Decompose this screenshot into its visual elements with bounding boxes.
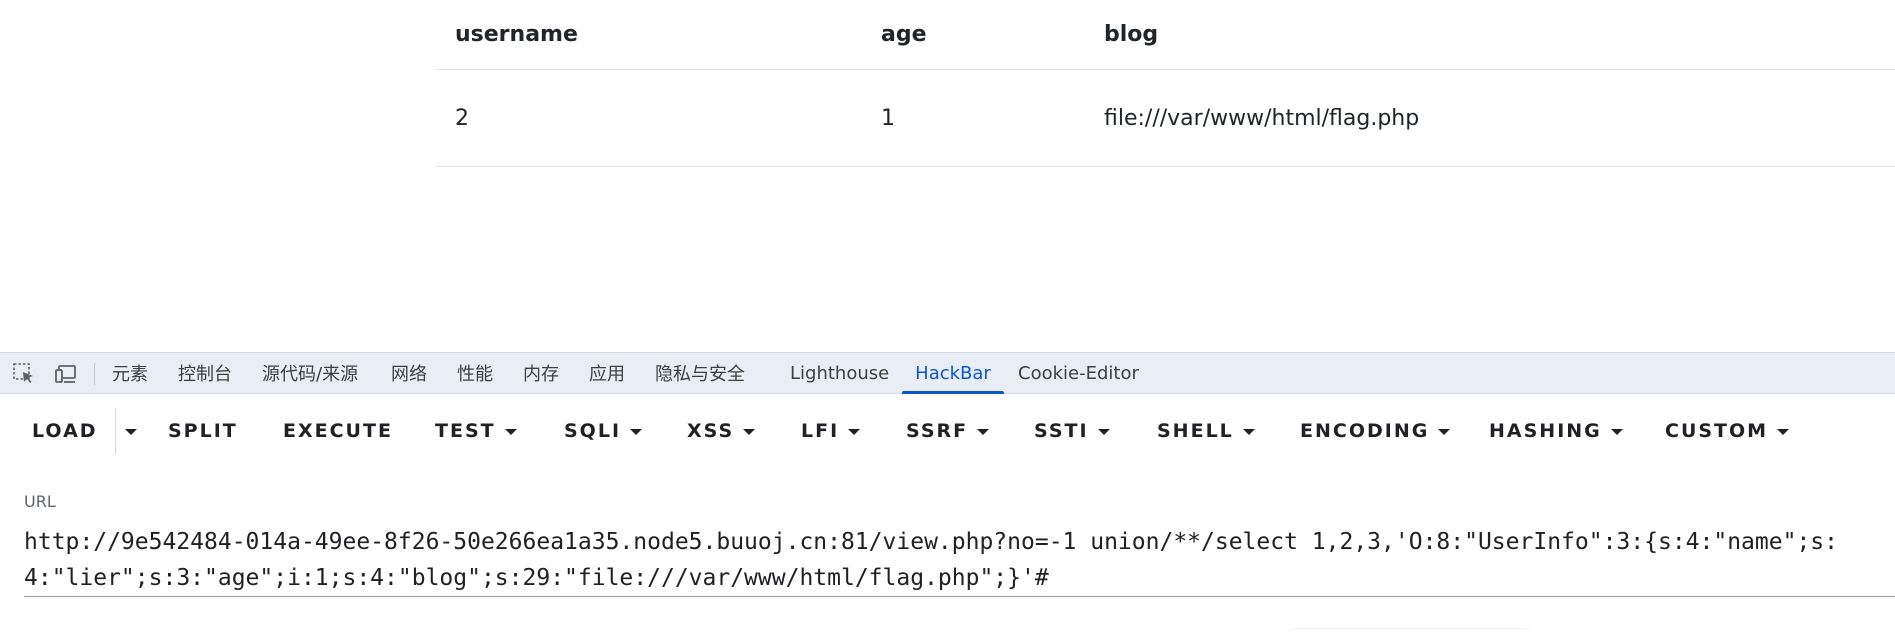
chevron-down-icon: [1777, 429, 1790, 435]
table-header-row: username age blog: [436, 0, 1895, 70]
tab-label: 应用: [589, 364, 625, 385]
tab-label: Lighthouse: [790, 362, 890, 384]
button-label: SHELL: [1157, 420, 1234, 442]
button-label: LOAD: [32, 420, 98, 442]
tab-performance[interactable]: 性能: [457, 353, 493, 393]
button-label: ENCODING: [1300, 420, 1430, 442]
lfi-dropdown-button[interactable]: LFI: [801, 406, 861, 456]
chevron-down-icon: [1438, 429, 1451, 435]
chevron-down-icon: [848, 429, 861, 435]
tab-network[interactable]: 网络: [391, 353, 427, 393]
tab-console[interactable]: 控制台: [178, 353, 232, 393]
tab-label: 源代码/来源: [262, 364, 359, 385]
split-button[interactable]: SPLIT: [168, 406, 238, 456]
button-label: SSTI: [1034, 420, 1089, 442]
button-label: SQLI: [564, 420, 622, 442]
tab-label: 隐私与安全: [655, 364, 745, 385]
tab-label: HackBar: [915, 362, 991, 384]
xss-dropdown-button[interactable]: XSS: [687, 406, 756, 456]
encoding-dropdown-button[interactable]: ENCODING: [1300, 406, 1451, 456]
devtools-panel: 元素 控制台 源代码/来源 网络 性能 内存 应用 隐私与安全 Lighthou…: [0, 352, 1895, 636]
chevron-down-icon: [1610, 429, 1623, 435]
tab-label: 元素: [112, 364, 148, 385]
tab-label: 网络: [391, 364, 427, 385]
button-label: HASHING: [1489, 420, 1602, 442]
inspect-element-icon[interactable]: [12, 362, 36, 386]
load-divider: [115, 408, 116, 454]
chevron-down-icon: [504, 429, 517, 435]
hashing-dropdown-button[interactable]: HASHING: [1489, 406, 1623, 456]
tab-hackbar[interactable]: HackBar: [902, 353, 1004, 394]
chevron-down-icon: [1242, 429, 1255, 435]
tab-label: Cookie-Editor: [1018, 362, 1139, 384]
header-blog: blog: [1104, 22, 1159, 47]
shell-dropdown-button[interactable]: SHELL: [1157, 406, 1255, 456]
hackbar-toolbar: LOAD SPLIT EXECUTE TEST SQLI XSS LFI SSR…: [0, 406, 1895, 456]
button-label: LFI: [801, 420, 840, 442]
load-button[interactable]: LOAD: [32, 406, 98, 456]
tab-elements[interactable]: 元素: [112, 353, 148, 393]
url-label: URL: [24, 492, 56, 511]
tab-privacy-security[interactable]: 隐私与安全: [655, 353, 745, 393]
header-age: age: [881, 22, 927, 47]
chevron-down-icon: [1097, 429, 1110, 435]
active-tab-indicator: [902, 391, 1004, 394]
devtools-tab-bar: 元素 控制台 源代码/来源 网络 性能 内存 应用 隐私与安全 Lighthou…: [0, 352, 1895, 394]
button-label: CUSTOM: [1665, 420, 1769, 442]
cell-username: 2: [455, 105, 469, 131]
user-table: username age blog 2 1 file:///var/www/ht…: [436, 0, 1895, 167]
test-dropdown-button[interactable]: TEST: [435, 406, 517, 456]
button-label: SSRF: [906, 420, 969, 442]
tab-lighthouse[interactable]: Lighthouse: [790, 353, 889, 393]
ssrf-dropdown-button[interactable]: SSRF: [906, 406, 990, 456]
header-username: username: [455, 22, 578, 47]
load-dropdown-button[interactable]: [120, 406, 142, 456]
button-label: SPLIT: [168, 420, 238, 442]
chevron-down-icon: [125, 429, 137, 435]
tab-label: 控制台: [178, 364, 232, 385]
device-toolbar-icon[interactable]: [54, 362, 78, 386]
button-label: TEST: [435, 420, 496, 442]
sqli-dropdown-button[interactable]: SQLI: [564, 406, 643, 456]
url-textarea[interactable]: http://9e542484-014a-49ee-8f26-50e266ea1…: [24, 524, 1874, 596]
execute-button[interactable]: EXECUTE: [283, 406, 393, 456]
tab-cookie-editor[interactable]: Cookie-Editor: [1018, 353, 1139, 393]
ssti-dropdown-button[interactable]: SSTI: [1034, 406, 1110, 456]
custom-dropdown-button[interactable]: CUSTOM: [1665, 406, 1790, 456]
url-field-underline: [24, 596, 1895, 597]
tab-memory[interactable]: 内存: [523, 353, 559, 393]
tab-sources[interactable]: 源代码/来源: [262, 353, 358, 393]
table-row: 2 1 file:///var/www/html/flag.php: [436, 70, 1895, 167]
cell-blog: file:///var/www/html/flag.php: [1104, 105, 1420, 131]
button-label: EXECUTE: [283, 420, 393, 442]
button-label: XSS: [687, 420, 735, 442]
cell-age: 1: [881, 105, 895, 131]
tab-application[interactable]: 应用: [589, 353, 625, 393]
tab-label: 内存: [523, 364, 559, 385]
tab-divider: [94, 363, 95, 385]
chevron-down-icon: [743, 429, 756, 435]
page-content: username age blog 2 1 file:///var/www/ht…: [0, 0, 1895, 352]
chevron-down-icon: [977, 429, 990, 435]
chevron-down-icon: [630, 429, 643, 435]
tab-label: 性能: [457, 364, 493, 385]
panel-edge: [1290, 628, 1530, 636]
